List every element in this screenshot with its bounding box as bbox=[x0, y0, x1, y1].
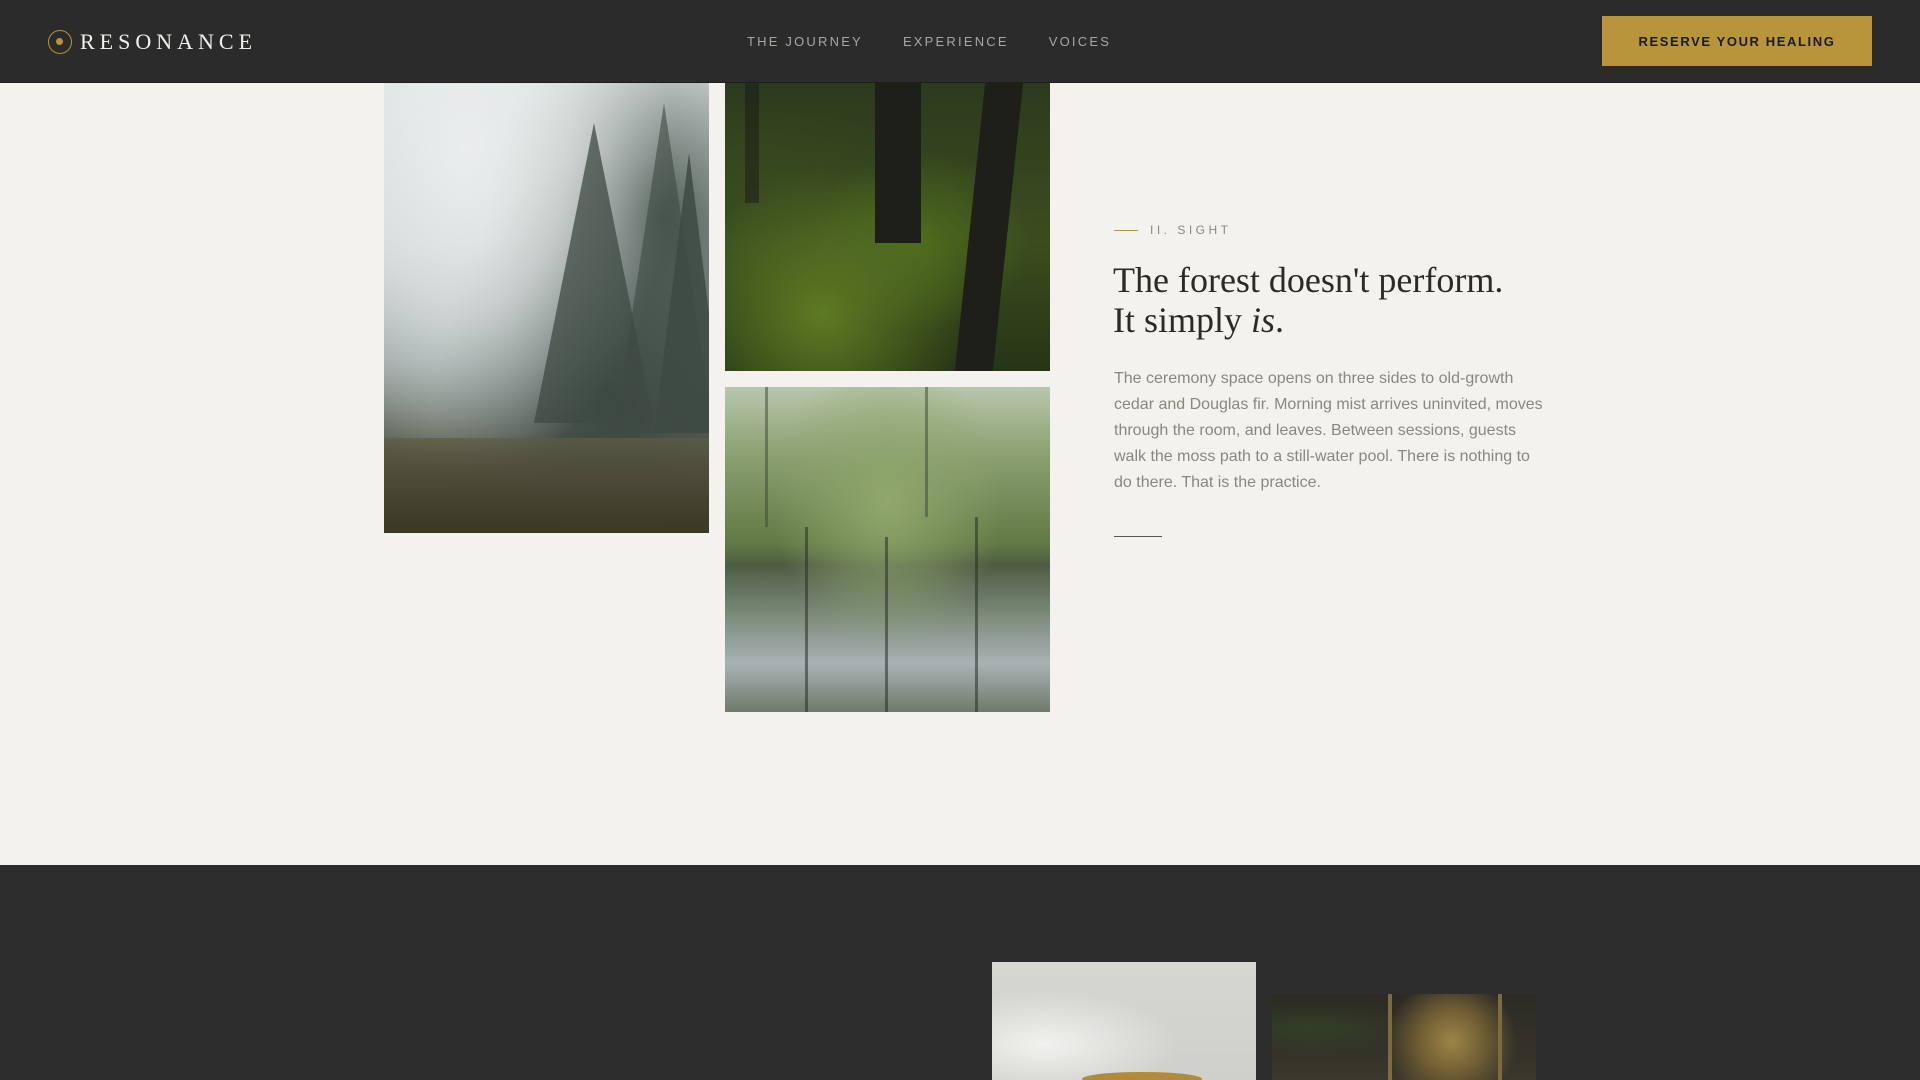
section-divider bbox=[1114, 536, 1162, 537]
dark-section bbox=[0, 865, 1920, 1080]
headline-line-2-emphasis: is bbox=[1251, 300, 1276, 340]
brand-circle-icon bbox=[48, 30, 72, 54]
section-body: The ceremony space opens on three sides … bbox=[1114, 370, 1543, 491]
top-nav: RESONANCE THE JOURNEY EXPERIENCE VOICES … bbox=[0, 0, 1920, 83]
headline-line-2-prefix: It simply bbox=[1113, 300, 1252, 340]
reserve-button[interactable]: RESERVE YOUR HEALING bbox=[1602, 16, 1872, 66]
brand-logo[interactable]: RESONANCE bbox=[48, 29, 257, 55]
nav-link-the-journey[interactable]: THE JOURNEY bbox=[747, 34, 863, 49]
misty-forest-photo bbox=[384, 83, 709, 533]
nav-links: THE JOURNEY EXPERIENCE VOICES bbox=[747, 34, 1151, 49]
headline-line-1: The forest doesn't perform. bbox=[1113, 260, 1504, 300]
gong-photo bbox=[1272, 994, 1536, 1080]
nav-link-experience[interactable]: EXPERIENCE bbox=[903, 34, 1009, 49]
nav-link-voices[interactable]: VOICES bbox=[1049, 34, 1111, 49]
section-headline: The forest doesn't perform. It simply is… bbox=[1113, 260, 1573, 340]
eyebrow-label: II. SIGHT bbox=[1150, 223, 1232, 237]
brand-name: RESONANCE bbox=[80, 29, 258, 54]
eyebrow-rule bbox=[1114, 229, 1138, 231]
moss-forest-photo bbox=[725, 83, 1050, 371]
singing-bowl-photo bbox=[992, 962, 1256, 1080]
section-eyebrow: II. SIGHT bbox=[1114, 223, 1232, 237]
headline-line-2-suffix: . bbox=[1275, 300, 1285, 340]
river-reflection-photo bbox=[725, 387, 1050, 712]
